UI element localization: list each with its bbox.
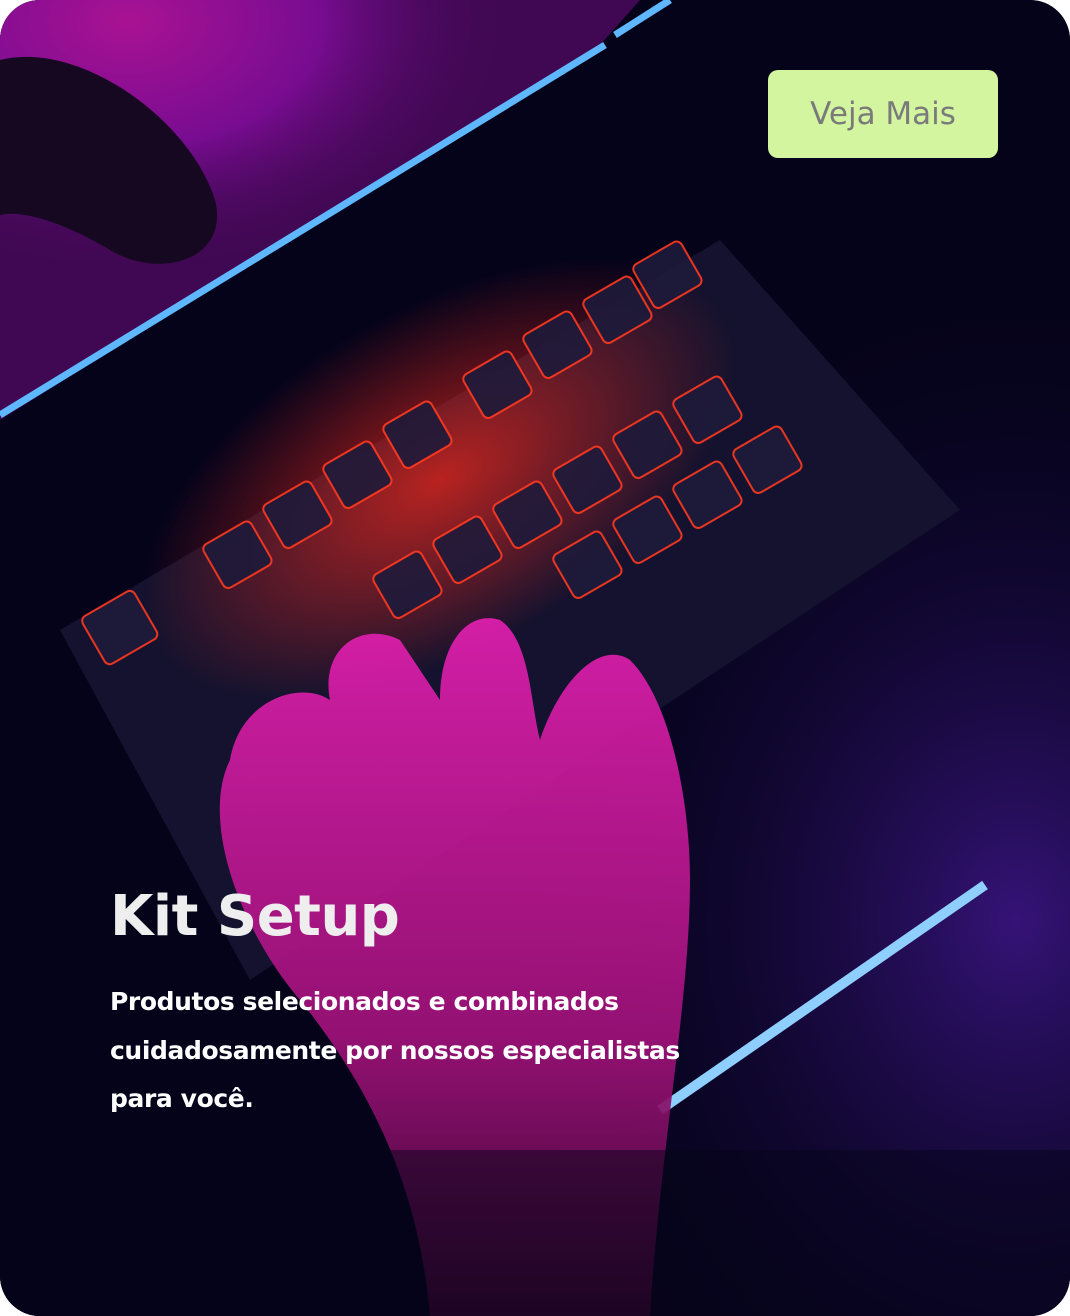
promo-card: Veja Mais Kit Setup Produtos selecionado… [0,0,1070,1316]
see-more-button[interactable]: Veja Mais [768,70,998,158]
card-description: Produtos selecionados e combinados cuida… [110,987,680,1113]
card-title: Kit Setup [110,884,400,949]
